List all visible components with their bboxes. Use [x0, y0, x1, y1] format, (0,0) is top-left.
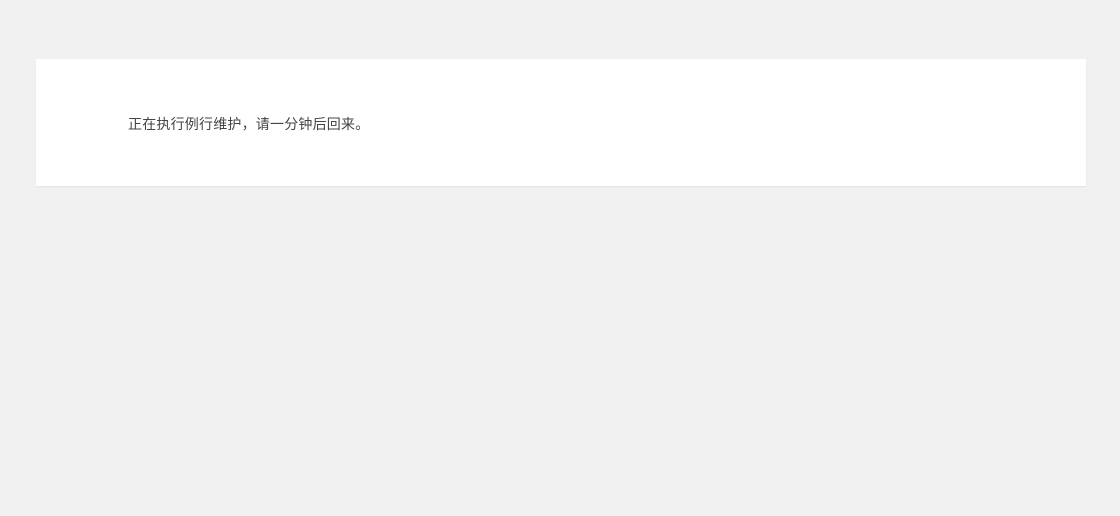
maintenance-card: 正在执行例行维护，请一分钟后回来。 — [36, 59, 1086, 186]
maintenance-message: 正在执行例行维护，请一分钟后回来。 — [128, 114, 369, 135]
